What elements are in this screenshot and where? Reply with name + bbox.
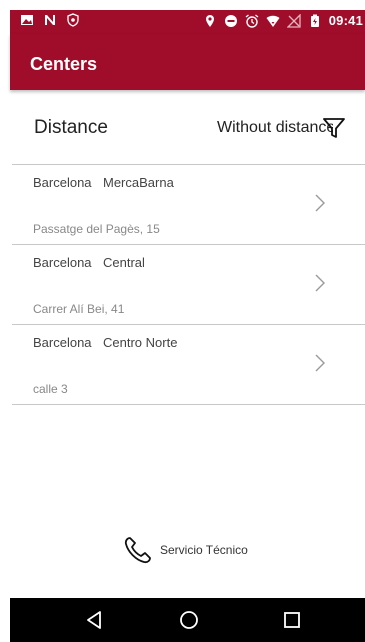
center-city: Barcelona [33, 255, 92, 270]
phone-icon [124, 537, 151, 564]
center-address: calle 3 [33, 382, 68, 396]
technical-service-button[interactable]: Servicio Técnico [122, 534, 248, 566]
center-list-item[interactable]: Barcelona Centro Norte calle 3 [12, 325, 365, 404]
location-icon [205, 14, 214, 27]
filter-label: Distance [34, 117, 108, 138]
back-icon[interactable] [82, 608, 106, 632]
alarm-icon [245, 13, 259, 28]
center-city: Barcelona [33, 175, 92, 190]
image-icon [21, 15, 33, 25]
center-name: Central [103, 255, 145, 270]
chevron-right-icon [315, 194, 325, 212]
no-signal-icon [286, 13, 301, 28]
app-bar: Centers [10, 34, 365, 90]
distance-filter-value[interactable]: Without distance [217, 119, 333, 137]
battery-icon [310, 14, 319, 27]
shield-icon [67, 13, 79, 27]
center-address: Passatge del Pagès, 15 [33, 222, 160, 236]
technical-service-label: Servicio Técnico [160, 543, 248, 557]
center-address: Carrer Alí Bei, 41 [33, 302, 125, 316]
center-city: Barcelona [33, 335, 92, 350]
center-list-item[interactable]: Barcelona MercaBarna Passatge del Pagès,… [12, 165, 365, 244]
wifi-icon [266, 15, 280, 27]
navigation-bar [10, 598, 365, 642]
home-icon[interactable] [177, 608, 201, 632]
center-name: Centro Norte [103, 335, 178, 350]
divider [12, 404, 365, 405]
recents-icon[interactable] [280, 608, 304, 632]
chevron-right-icon [315, 274, 325, 292]
chevron-right-icon [315, 354, 325, 372]
filter-icon[interactable] [322, 116, 346, 140]
do-not-disturb-icon [224, 14, 237, 27]
center-list-item[interactable]: Barcelona Central Carrer Alí Bei, 41 [12, 245, 365, 324]
n-icon [45, 15, 55, 25]
center-name: MercaBarna [103, 175, 174, 190]
clock: 09:41 [328, 13, 363, 28]
page-title: Centers [30, 54, 98, 74]
status-bar: 09:41 [10, 10, 365, 34]
